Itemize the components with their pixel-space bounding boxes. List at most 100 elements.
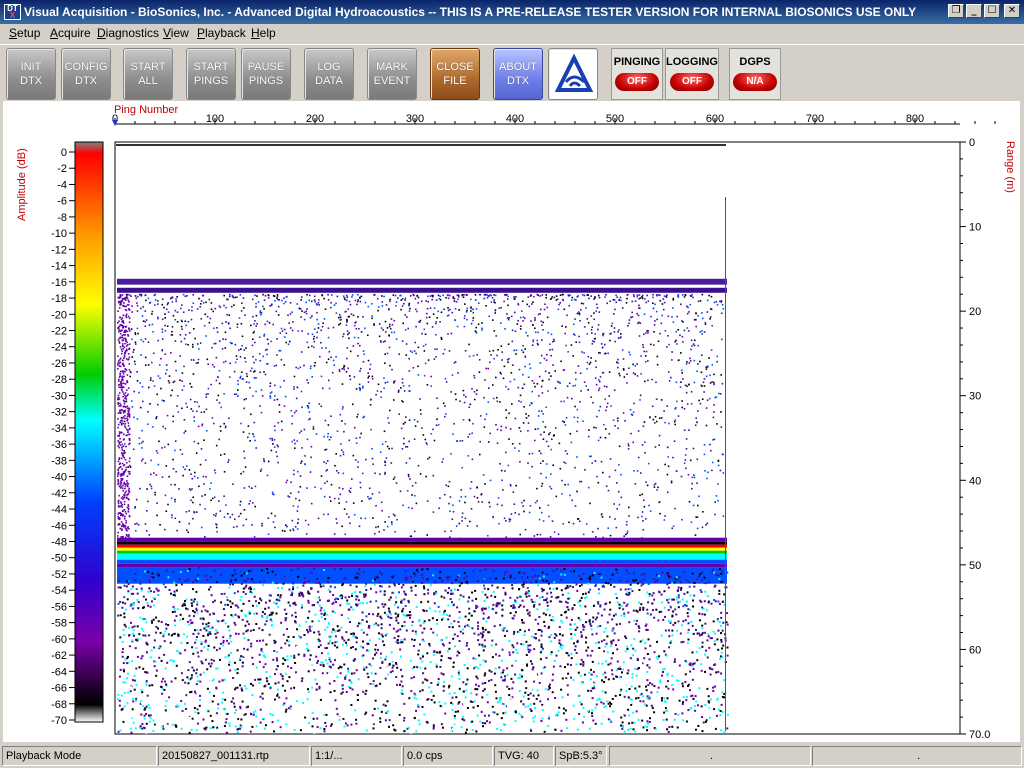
water-column-echo — [540, 452, 542, 455]
maximize-button[interactable]: ☐ — [984, 4, 1000, 18]
sub-bottom-echo — [621, 671, 623, 674]
config-dtx-button[interactable]: CONFIG DTX — [61, 48, 111, 100]
water-column-echo — [373, 324, 375, 326]
water-column-echo — [122, 359, 124, 362]
title-bar[interactable]: DT X Visual Acquisition - BioSonics, Inc… — [0, 0, 1024, 24]
water-column-echo — [404, 421, 406, 424]
water-column-echo — [181, 372, 184, 374]
water-column-echo — [229, 516, 231, 519]
water-column-echo — [692, 296, 694, 299]
water-column-echo — [571, 499, 573, 502]
menu-help[interactable]: Help — [251, 26, 276, 40]
pinging-state: OFF — [615, 73, 659, 91]
water-column-echo — [654, 320, 656, 322]
water-column-echo — [216, 327, 218, 329]
water-column-echo — [277, 461, 279, 464]
water-column-echo — [681, 406, 683, 409]
water-column-echo — [610, 405, 612, 407]
menu-playback[interactable]: Playback — [197, 26, 246, 40]
sub-bottom-echo — [165, 569, 168, 572]
start-all-button[interactable]: START ALL — [123, 48, 173, 100]
sub-bottom-echo — [331, 642, 334, 645]
sub-bottom-echo — [384, 603, 387, 606]
water-column-echo — [162, 425, 164, 428]
water-column-echo — [505, 294, 507, 296]
sub-bottom-echo — [219, 573, 222, 576]
water-column-echo — [426, 500, 429, 502]
sub-bottom-echo — [642, 671, 645, 674]
water-column-echo — [404, 299, 406, 301]
near-field-echo — [123, 463, 126, 466]
near-field-echo — [123, 452, 126, 454]
water-column-echo — [455, 301, 458, 303]
sub-bottom-echo — [321, 661, 324, 664]
water-column-echo — [192, 410, 194, 412]
menu-diagnostics[interactable]: Diagnostics — [97, 26, 159, 40]
echogram-panel[interactable]: Ping Number Amplitude (dB) Range (m) 0 10… — [3, 101, 1020, 742]
water-column-echo — [203, 325, 206, 327]
water-column-echo — [694, 534, 697, 536]
minimize-button[interactable]: _ — [966, 4, 982, 18]
water-column-echo — [341, 420, 343, 422]
close-window-button[interactable]: ✕ — [1004, 4, 1020, 18]
water-column-echo — [171, 330, 173, 333]
amp-tick-label: -44 — [51, 504, 67, 516]
water-column-echo — [218, 500, 220, 502]
sub-bottom-echo — [123, 623, 126, 626]
water-column-echo — [141, 386, 144, 388]
water-column-echo — [239, 504, 241, 506]
water-column-echo — [706, 522, 709, 525]
water-column-echo — [577, 295, 579, 297]
menu-view[interactable]: View — [163, 26, 189, 40]
water-column-echo — [204, 536, 206, 538]
pause-pings-button[interactable]: PAUSE PINGS — [241, 48, 291, 100]
start-pings-button[interactable]: START PINGS — [186, 48, 236, 100]
sub-bottom-echo — [234, 725, 237, 728]
water-column-echo — [437, 424, 440, 426]
water-column-echo — [349, 491, 352, 493]
menu-diagnostics-accel: D — [97, 26, 106, 40]
sub-bottom-echo — [241, 689, 244, 692]
sub-bottom-echo — [399, 683, 401, 686]
log-data-button[interactable]: LOG DATA — [304, 48, 354, 100]
sub-bottom-echo — [637, 702, 640, 705]
sub-bottom-echo — [423, 627, 426, 630]
close-file-button[interactable]: CLOSE FILE — [430, 48, 480, 100]
near-field-echo — [127, 358, 130, 360]
water-column-echo — [236, 525, 238, 528]
water-column-echo — [586, 367, 588, 370]
water-column-echo — [590, 295, 592, 297]
biosonics-logo-button[interactable] — [548, 48, 598, 100]
water-column-echo — [476, 486, 478, 489]
water-column-echo — [470, 310, 472, 312]
near-field-echo — [126, 496, 128, 499]
about-dtx-button[interactable]: ABOUT DTX — [493, 48, 543, 100]
water-column-echo — [196, 410, 198, 413]
menu-acquire[interactable]: Acquire — [50, 26, 91, 40]
water-column-echo — [591, 343, 594, 345]
restore-button[interactable]: ❐ — [948, 4, 964, 18]
water-column-echo — [362, 350, 365, 352]
water-column-echo — [139, 382, 141, 384]
sub-bottom-echo — [290, 590, 293, 593]
sub-bottom-echo — [494, 667, 497, 670]
mark-event-button[interactable]: MARK EVENT — [367, 48, 417, 100]
sub-bottom-echo — [279, 594, 282, 597]
water-column-echo — [301, 296, 303, 298]
water-column-echo — [316, 318, 318, 321]
water-column-echo — [645, 332, 647, 334]
water-column-echo — [289, 529, 292, 532]
water-column-echo — [476, 389, 478, 392]
water-column-echo — [507, 361, 509, 363]
water-column-echo — [182, 466, 185, 468]
sub-bottom-echo — [580, 713, 583, 716]
water-column-echo — [440, 311, 443, 314]
sub-bottom-echo — [506, 685, 509, 688]
menu-setup[interactable]: Setup — [9, 26, 40, 40]
ping-tick-label: 300 — [406, 113, 424, 125]
near-field-echo — [127, 489, 130, 492]
init-dtx-button[interactable]: INIT DTX — [6, 48, 56, 100]
sub-bottom-echo — [181, 604, 184, 607]
sub-bottom-echo — [357, 622, 360, 625]
sub-bottom-echo — [250, 645, 253, 648]
